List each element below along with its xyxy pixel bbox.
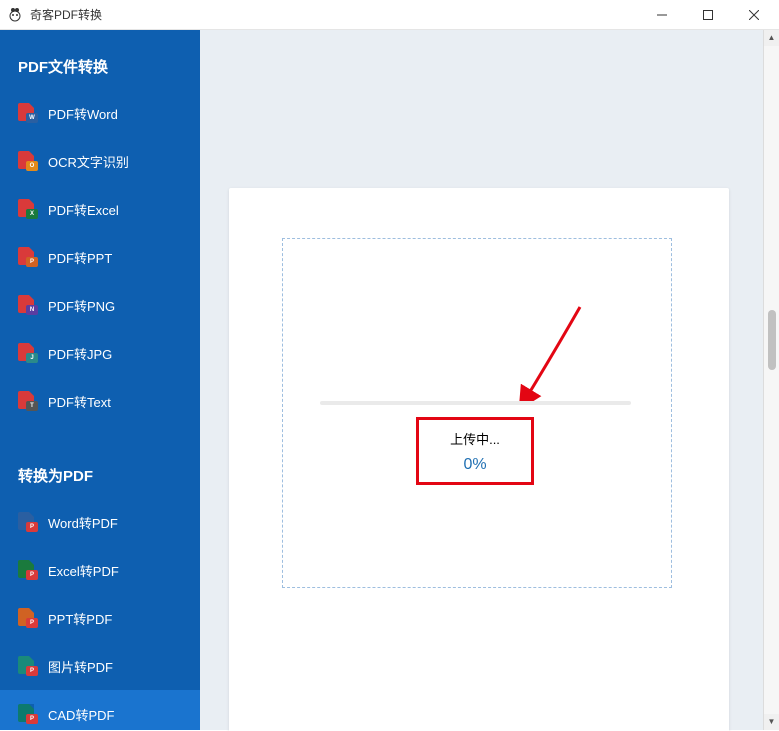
sidebar-item-label: PDF转PNG (48, 296, 115, 315)
sidebar-section-convert-to: 转换为PDF (0, 425, 200, 498)
sidebar-item-pdf-excel[interactable]: X PDF转Excel (0, 185, 200, 233)
sidebar-item-label: PPT转PDF (48, 609, 112, 628)
upload-percent-text: 0% (463, 456, 486, 474)
vertical-scrollbar[interactable]: ▲ ▼ (763, 30, 779, 730)
minimize-button[interactable] (639, 0, 685, 30)
window-controls (639, 0, 777, 30)
sidebar-item-label: PDF转PPT (48, 248, 112, 267)
sidebar-item-label: CAD转PDF (48, 705, 114, 724)
sidebar-item-label: OCR文字识别 (48, 152, 129, 171)
sidebar-item-ppt-pdf[interactable]: P PPT转PDF (0, 594, 200, 642)
annotation-arrow-icon (508, 301, 598, 401)
maximize-button[interactable] (685, 0, 731, 30)
file-xls-icon: P (18, 560, 36, 580)
file-pdf-icon: X (18, 199, 36, 219)
drop-zone[interactable]: 上传中... 0% (282, 238, 672, 588)
content-area: 上传中... 0% ▲ ▼ (200, 30, 779, 730)
sidebar-item-pdf-png[interactable]: N PDF转PNG (0, 281, 200, 329)
sidebar-item-pdf-text[interactable]: T PDF转Text (0, 377, 200, 425)
sidebar-item-excel-pdf[interactable]: P Excel转PDF (0, 546, 200, 594)
app-title: 奇客PDF转换 (30, 6, 102, 23)
scroll-up-icon[interactable]: ▲ (764, 30, 779, 46)
sidebar-item-pdf-jpg[interactable]: J PDF转JPG (0, 329, 200, 377)
file-doc-icon: P (18, 512, 36, 532)
sidebar-item-label: PDF转Excel (48, 200, 119, 219)
file-pdf-icon: J (18, 343, 36, 363)
file-img-icon: P (18, 656, 36, 676)
progress-bar (320, 401, 631, 405)
title-bar: 奇客PDF转换 (0, 0, 779, 30)
file-pdf-icon: T (18, 391, 36, 411)
file-pdf-icon: P (18, 247, 36, 267)
sidebar-item-label: Excel转PDF (48, 561, 119, 580)
sidebar-item-label: PDF转JPG (48, 344, 112, 363)
sidebar-item-word-pdf[interactable]: P Word转PDF (0, 498, 200, 546)
close-button[interactable] (731, 0, 777, 30)
sidebar-item-label: Word转PDF (48, 513, 118, 532)
file-pdf-icon: W (18, 103, 36, 123)
sidebar-item-cad-pdf[interactable]: P CAD转PDF (0, 690, 200, 730)
sidebar-item-label: 图片转PDF (48, 657, 113, 676)
sidebar-item-pdf-ppt[interactable]: P PDF转PPT (0, 233, 200, 281)
sidebar-item-pdf-word[interactable]: W PDF转Word (0, 89, 200, 137)
upload-card: 上传中... 0% (229, 188, 729, 731)
file-pdf-icon: O (18, 151, 36, 171)
sidebar-item-label: PDF转Text (48, 392, 111, 411)
file-pdf-icon: N (18, 295, 36, 315)
sidebar-section-convert-from: PDF文件转换 (0, 30, 200, 89)
sidebar-item-label: PDF转Word (48, 104, 118, 123)
upload-status-text: 上传中... (450, 429, 500, 448)
sidebar-item-img-pdf[interactable]: P 图片转PDF (0, 642, 200, 690)
file-cad-icon: P (18, 704, 36, 724)
sidebar: PDF文件转换 W PDF转Word O OCR文字识别 X PDF转Excel P PDF转… (0, 30, 200, 730)
scroll-down-icon[interactable]: ▼ (764, 714, 779, 730)
file-ppt-icon: P (18, 608, 36, 628)
app-logo-icon (8, 7, 24, 23)
scrollbar-thumb[interactable] (768, 310, 776, 370)
upload-status-highlight: 上传中... 0% (416, 417, 534, 485)
sidebar-item-ocr[interactable]: O OCR文字识别 (0, 137, 200, 185)
